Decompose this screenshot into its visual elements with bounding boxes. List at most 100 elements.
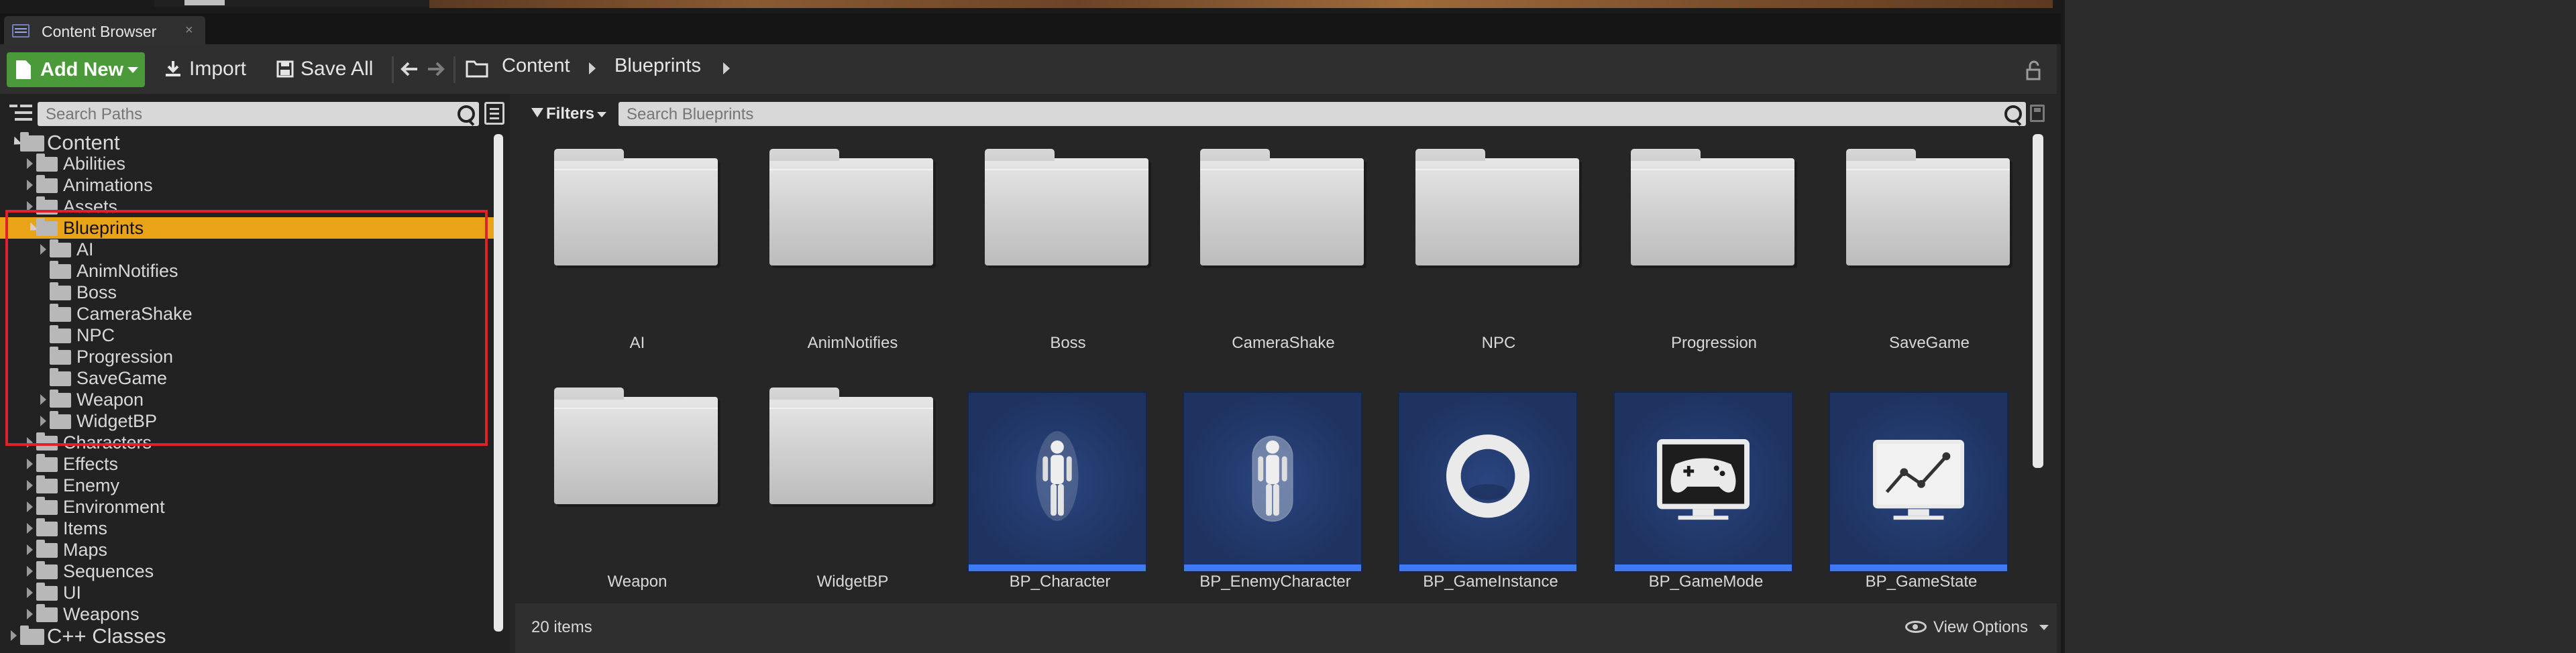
chevron-down-icon bbox=[597, 112, 606, 117]
tree-item-characters[interactable]: Characters bbox=[0, 432, 496, 453]
chevron-down-icon bbox=[2039, 625, 2049, 630]
asset-tile-bp-gamemode[interactable]: BP_GameMode bbox=[1613, 381, 1799, 615]
search-paths-input[interactable] bbox=[44, 105, 436, 125]
folder-icon bbox=[36, 454, 58, 472]
tree-item-c-classes[interactable]: C++ Classes bbox=[0, 624, 496, 648]
asset-tile-weapon[interactable]: Weapon bbox=[537, 381, 722, 615]
search-paths-field[interactable] bbox=[38, 102, 479, 126]
breadcrumb-blueprints[interactable]: Blueprints bbox=[614, 55, 701, 77]
tree-item-maps[interactable]: Maps bbox=[0, 539, 496, 560]
tree-item-ui[interactable]: UI bbox=[0, 582, 496, 603]
tree-item-enemy[interactable]: Enemy bbox=[0, 475, 496, 496]
search-assets-field[interactable] bbox=[619, 102, 2026, 126]
asset-tile-widgetbp[interactable]: WidgetBP bbox=[752, 381, 937, 615]
tree-item-sequences[interactable]: Sequences bbox=[0, 560, 496, 582]
import-button[interactable]: Import bbox=[164, 54, 246, 84]
tree-item-content[interactable]: Content bbox=[0, 131, 496, 154]
tree-item-label: Animations bbox=[63, 175, 153, 195]
collapsed-arrow-icon[interactable] bbox=[40, 394, 46, 405]
tree-item-widgetbp[interactable]: WidgetBP bbox=[0, 410, 496, 432]
tree-item-progression[interactable]: Progression bbox=[0, 346, 496, 367]
forward-arrow-icon[interactable] bbox=[427, 60, 445, 78]
folder-icon bbox=[1846, 149, 2010, 265]
filter-icon bbox=[531, 108, 543, 117]
asset-name: BP_EnemyCharacter bbox=[1199, 573, 1351, 591]
collapsed-arrow-icon[interactable] bbox=[27, 587, 33, 598]
tree-item-boss[interactable]: Boss bbox=[0, 282, 496, 303]
tree-item-blueprints[interactable]: Blueprints bbox=[0, 217, 496, 239]
asset-thumbnail bbox=[1613, 392, 1793, 573]
collapsed-arrow-icon[interactable] bbox=[40, 416, 46, 426]
collapsed-arrow-icon[interactable] bbox=[27, 544, 33, 555]
asset-tile-camerashake[interactable]: CameraShake bbox=[1183, 142, 1368, 377]
tree-item-savegame[interactable]: SaveGame bbox=[0, 367, 496, 389]
save-all-button[interactable]: Save All bbox=[276, 54, 373, 84]
content-browser-icon bbox=[12, 24, 30, 38]
collapsed-arrow-icon[interactable] bbox=[27, 437, 33, 448]
back-arrow-icon[interactable] bbox=[400, 60, 419, 78]
collapsed-arrow-icon[interactable] bbox=[40, 244, 46, 255]
breadcrumb-content[interactable]: Content bbox=[502, 55, 570, 77]
tree-item-items[interactable]: Items bbox=[0, 518, 496, 539]
asset-tile-bp-enemycharacter[interactable]: BP_EnemyCharacter bbox=[1183, 381, 1368, 615]
tree-item-effects[interactable]: Effects bbox=[0, 453, 496, 475]
search-icon[interactable] bbox=[2004, 105, 2022, 123]
lock-icon[interactable] bbox=[2026, 60, 2046, 82]
collapsed-arrow-icon[interactable] bbox=[11, 630, 17, 641]
asset-tile-boss[interactable]: Boss bbox=[967, 142, 1152, 377]
asset-tile-progression[interactable]: Progression bbox=[1613, 142, 1799, 377]
save-search-icon[interactable] bbox=[2030, 105, 2045, 122]
search-icon[interactable] bbox=[458, 105, 475, 123]
tree-item-animnotifies[interactable]: AnimNotifies bbox=[0, 260, 496, 282]
asset-tile-npc[interactable]: NPC bbox=[1398, 142, 1583, 377]
tree-item-weapons[interactable]: Weapons bbox=[0, 603, 496, 625]
asset-tile-bp-character[interactable]: BP_Character bbox=[967, 381, 1152, 615]
breadcrumb-separator-icon[interactable] bbox=[589, 62, 596, 74]
asset-scrollbar[interactable] bbox=[2033, 134, 2043, 468]
collapsed-arrow-icon[interactable] bbox=[27, 501, 33, 512]
folder-icon bbox=[36, 175, 58, 193]
tree-item-label: Maps bbox=[63, 540, 108, 560]
breadcrumb-separator-icon[interactable] bbox=[723, 62, 730, 74]
collapsed-arrow-icon[interactable] bbox=[27, 609, 33, 619]
tree-item-ai[interactable]: AI bbox=[0, 239, 496, 260]
asset-tile-bp-gamestate[interactable]: BP_GameState bbox=[1829, 381, 2014, 615]
folder-icon bbox=[36, 561, 58, 579]
tree-item-label: Content bbox=[47, 131, 120, 154]
tree-item-animations[interactable]: Animations bbox=[0, 174, 496, 196]
collapse-tree-icon[interactable] bbox=[9, 102, 32, 125]
asset-tile-bp-gameinstance[interactable]: BP_GameInstance bbox=[1398, 381, 1583, 615]
asset-tile-ai[interactable]: AI bbox=[537, 142, 722, 377]
folder-icon bbox=[36, 604, 58, 622]
path-view-options-icon[interactable] bbox=[484, 102, 504, 125]
asset-name: BP_GameState bbox=[1865, 573, 1978, 591]
collapsed-arrow-icon[interactable] bbox=[27, 158, 33, 169]
asset-tile-savegame[interactable]: SaveGame bbox=[1829, 142, 2014, 377]
tree-scrollbar[interactable] bbox=[494, 134, 503, 632]
folder-icon bbox=[1631, 149, 1794, 265]
right-empty-panel bbox=[2061, 0, 2576, 653]
collapsed-arrow-icon[interactable] bbox=[27, 459, 33, 469]
collapsed-arrow-icon[interactable] bbox=[27, 523, 33, 534]
tree-item-npc[interactable]: NPC bbox=[0, 324, 496, 346]
collapsed-arrow-icon[interactable] bbox=[27, 480, 33, 491]
search-assets-input[interactable] bbox=[625, 105, 1970, 125]
filters-button[interactable]: Filters bbox=[529, 102, 608, 126]
collapsed-arrow-icon[interactable] bbox=[27, 201, 33, 212]
tab-content-browser[interactable]: Content Browser × bbox=[4, 16, 205, 44]
collapsed-arrow-icon[interactable] bbox=[27, 566, 33, 577]
tree-item-abilities[interactable]: Abilities bbox=[0, 153, 496, 174]
collapsed-arrow-icon[interactable] bbox=[27, 180, 33, 190]
folder-icon bbox=[50, 304, 71, 322]
asset-name: NPC bbox=[1481, 334, 1516, 352]
tree-item-environment[interactable]: Environment bbox=[0, 496, 496, 518]
tab-row bbox=[0, 13, 2061, 44]
tree-item-weapon[interactable]: Weapon bbox=[0, 389, 496, 410]
add-new-button[interactable]: Add New bbox=[7, 52, 145, 87]
tab-close-button[interactable]: × bbox=[185, 23, 193, 38]
import-label: Import bbox=[189, 58, 247, 80]
asset-tile-animnotifies[interactable]: AnimNotifies bbox=[752, 142, 937, 377]
tree-item-assets[interactable]: Assets bbox=[0, 196, 496, 217]
viewport-preview bbox=[429, 0, 2053, 8]
tree-item-camerashake[interactable]: CameraShake bbox=[0, 303, 496, 324]
